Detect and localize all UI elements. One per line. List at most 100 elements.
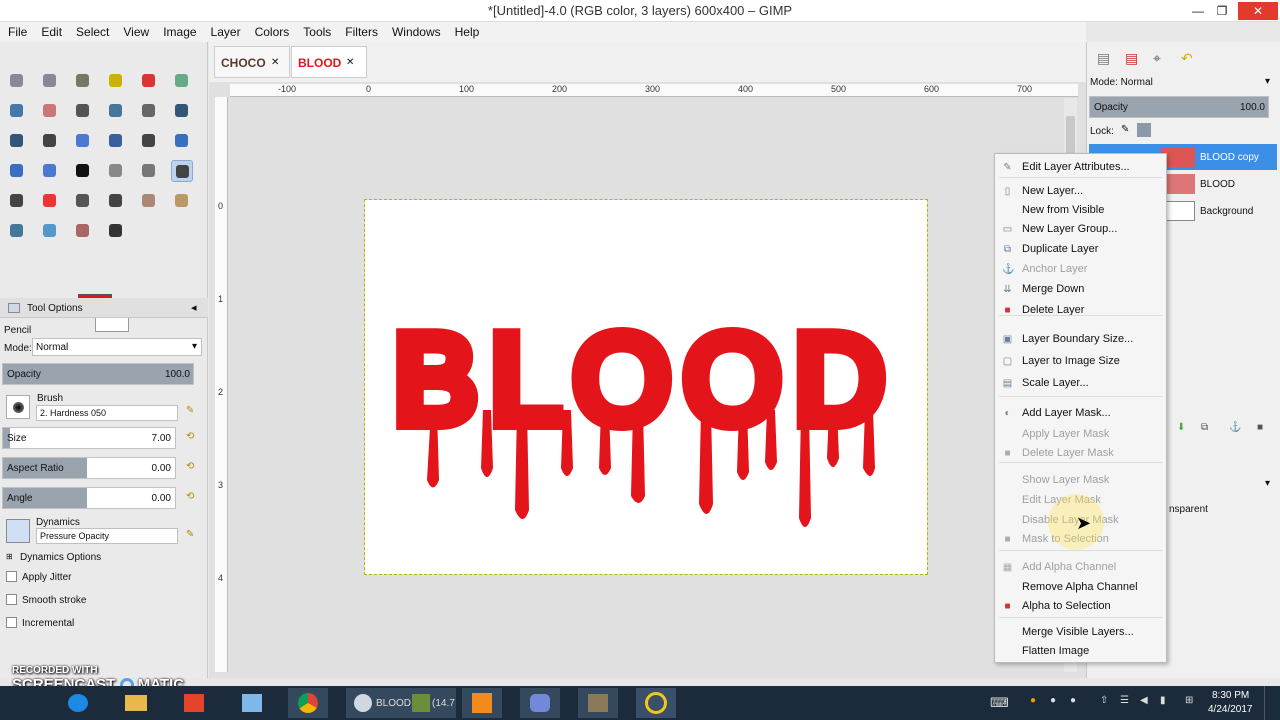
clone-tool-icon[interactable] <box>138 190 160 212</box>
airbrush-tool-icon[interactable] <box>72 190 94 212</box>
panel-menu-icon[interactable]: ◂ <box>191 301 197 314</box>
opacity-slider[interactable]: Opacity 100.0 <box>2 363 194 385</box>
menu-item[interactable]: ■ Delete Layer <box>995 301 1166 319</box>
incremental-checkbox[interactable] <box>6 617 17 628</box>
rotate-tool-icon[interactable] <box>72 130 94 152</box>
tray-icon[interactable]: ● <box>1030 695 1036 706</box>
tray-icon[interactable]: ● <box>1050 695 1056 706</box>
dynamics-field[interactable]: Pressure Opacity <box>36 528 178 544</box>
layer-mode-label[interactable]: Mode: Normal <box>1090 77 1153 88</box>
menu-item[interactable]: ⧉ Duplicate Layer <box>995 240 1166 258</box>
edit-dynamics-icon[interactable]: ✎ <box>186 529 194 540</box>
bucket-fill-tool-icon[interactable] <box>105 160 127 182</box>
dynamics-icon[interactable] <box>6 519 30 543</box>
menu-item[interactable]: ◐ Add Layer Mask... <box>995 404 1166 422</box>
brush-preview[interactable] <box>6 395 30 419</box>
menu-item[interactable]: ▯ New Layer... <box>995 182 1166 200</box>
duplicate-layer-icon[interactable]: ⧉ <box>1201 422 1208 433</box>
cage-transform-tool-icon[interactable] <box>39 160 61 182</box>
raise-layer-icon[interactable]: ⬇ <box>1177 422 1185 433</box>
chrome-icon[interactable] <box>288 688 328 718</box>
menu-edit[interactable]: Edit <box>34 22 69 39</box>
menu-item[interactable]: Remove Alpha Channel <box>995 578 1166 596</box>
dynamics-options-label[interactable]: Dynamics Options <box>20 552 101 563</box>
battery-icon[interactable]: ▮ <box>1160 695 1166 706</box>
edge-icon[interactable] <box>58 688 98 718</box>
volume-icon[interactable]: ◀ <box>1140 695 1148 706</box>
anchor-layer-icon[interactable]: ⚓ <box>1229 422 1241 433</box>
menu-view[interactable]: View <box>116 22 156 39</box>
smudge-tool-icon[interactable] <box>72 220 94 242</box>
reset-aspect-icon[interactable]: ⟲ <box>186 461 194 472</box>
language-icon[interactable]: ⊞ <box>1185 695 1193 706</box>
menu-windows[interactable]: Windows <box>385 22 448 39</box>
gimp-icon[interactable] <box>578 688 618 718</box>
menu-select[interactable]: Select <box>69 22 116 39</box>
menu-help[interactable]: Help <box>448 22 487 39</box>
flip-tool-icon[interactable] <box>6 160 28 182</box>
menu-item[interactable]: ■ Alpha to Selection <box>995 597 1166 615</box>
ellipse-select-tool-icon[interactable] <box>39 70 61 92</box>
file-explorer-icon[interactable] <box>116 688 156 718</box>
scissors-select-tool-icon[interactable] <box>171 70 193 92</box>
menu-item[interactable]: ▣ Layer Boundary Size... <box>995 330 1166 348</box>
foreground-select-tool-icon[interactable] <box>6 100 28 122</box>
align-tool-icon[interactable] <box>6 130 28 152</box>
keyboard-icon[interactable]: ⌨ <box>990 695 1009 711</box>
menu-colors[interactable]: Colors <box>248 22 297 39</box>
show-desktop-button[interactable] <box>1264 686 1280 720</box>
menu-item[interactable]: ⇊ Merge Down <box>995 280 1166 298</box>
ink-tool-icon[interactable] <box>105 190 127 212</box>
app-icon[interactable] <box>232 688 272 718</box>
apply-jitter-checkbox[interactable] <box>6 571 17 582</box>
image-canvas[interactable]: BLOOD <box>364 199 928 575</box>
shear-tool-icon[interactable] <box>138 130 160 152</box>
smooth-stroke-checkbox[interactable] <box>6 594 17 605</box>
color-picker-tool-icon[interactable] <box>72 100 94 122</box>
close-icon[interactable]: ✕ <box>271 57 279 68</box>
paths-tab-icon[interactable]: ⌖ <box>1153 50 1161 67</box>
expander-icon[interactable]: ⊞ <box>6 552 13 561</box>
perspective-tool-icon[interactable] <box>171 130 193 152</box>
channels-tab-icon[interactable]: ▤ <box>1125 50 1138 67</box>
eraser-tool-icon[interactable] <box>39 190 61 212</box>
free-select-tool-icon[interactable] <box>72 70 94 92</box>
taskbar-steam-blood[interactable]: BLOOD (14.7 <box>346 688 456 718</box>
scale-tool-icon[interactable] <box>105 130 127 152</box>
brush-field[interactable]: 2. Hardness 050 <box>36 405 178 421</box>
mode-select[interactable]: Normal ▾ <box>32 338 202 356</box>
lock-alpha-icon[interactable] <box>1137 123 1151 137</box>
tab-blood[interactable]: BLOOD ✕ <box>291 46 367 78</box>
close-icon[interactable]: ✕ <box>346 57 354 68</box>
menu-item[interactable]: ▭ New Layer Group... <box>995 220 1166 238</box>
clock-date[interactable]: 4/24/2017 <box>1208 704 1253 715</box>
menu-image[interactable]: Image <box>156 22 203 39</box>
menu-item[interactable]: New from Visible <box>995 201 1166 219</box>
menu-item[interactable]: ▢ Layer to Image Size <box>995 352 1166 370</box>
maximize-button[interactable]: ❐ <box>1208 2 1236 20</box>
tab-choco[interactable]: CHOCO ✕ <box>214 46 290 78</box>
menu-filters[interactable]: Filters <box>338 22 385 39</box>
layers-tab-icon[interactable]: ▤ <box>1097 50 1110 67</box>
perspective-clone-tool-icon[interactable] <box>6 220 28 242</box>
lock-pixels-icon[interactable]: ✎ <box>1121 124 1129 135</box>
zoom-tool-icon[interactable] <box>105 100 127 122</box>
menu-item[interactable]: ✎ Edit Layer Attributes... <box>995 158 1166 176</box>
paths-tool-icon[interactable] <box>39 100 61 122</box>
aspect-ratio-slider[interactable]: Aspect Ratio 0.00 <box>2 457 176 479</box>
audio-app-icon[interactable] <box>462 688 502 718</box>
pencil-tool-icon[interactable] <box>171 160 193 182</box>
discord-icon[interactable] <box>520 688 560 718</box>
menu-item[interactable]: Flatten Image <box>995 642 1166 660</box>
menu-tools[interactable]: Tools <box>296 22 338 39</box>
reset-size-icon[interactable]: ⟲ <box>186 431 194 442</box>
tray-icon[interactable]: ● <box>1070 695 1076 706</box>
move-tool-icon[interactable] <box>171 100 193 122</box>
blend-tool-icon[interactable] <box>138 160 160 182</box>
text-tool-icon[interactable] <box>72 160 94 182</box>
angle-slider[interactable]: Angle 0.00 <box>2 487 176 509</box>
office-icon[interactable] <box>174 688 214 718</box>
reset-angle-icon[interactable]: ⟲ <box>186 491 194 502</box>
layer-opacity-slider[interactable]: Opacity 100.0 <box>1089 96 1269 118</box>
screencast-icon[interactable] <box>636 688 676 718</box>
